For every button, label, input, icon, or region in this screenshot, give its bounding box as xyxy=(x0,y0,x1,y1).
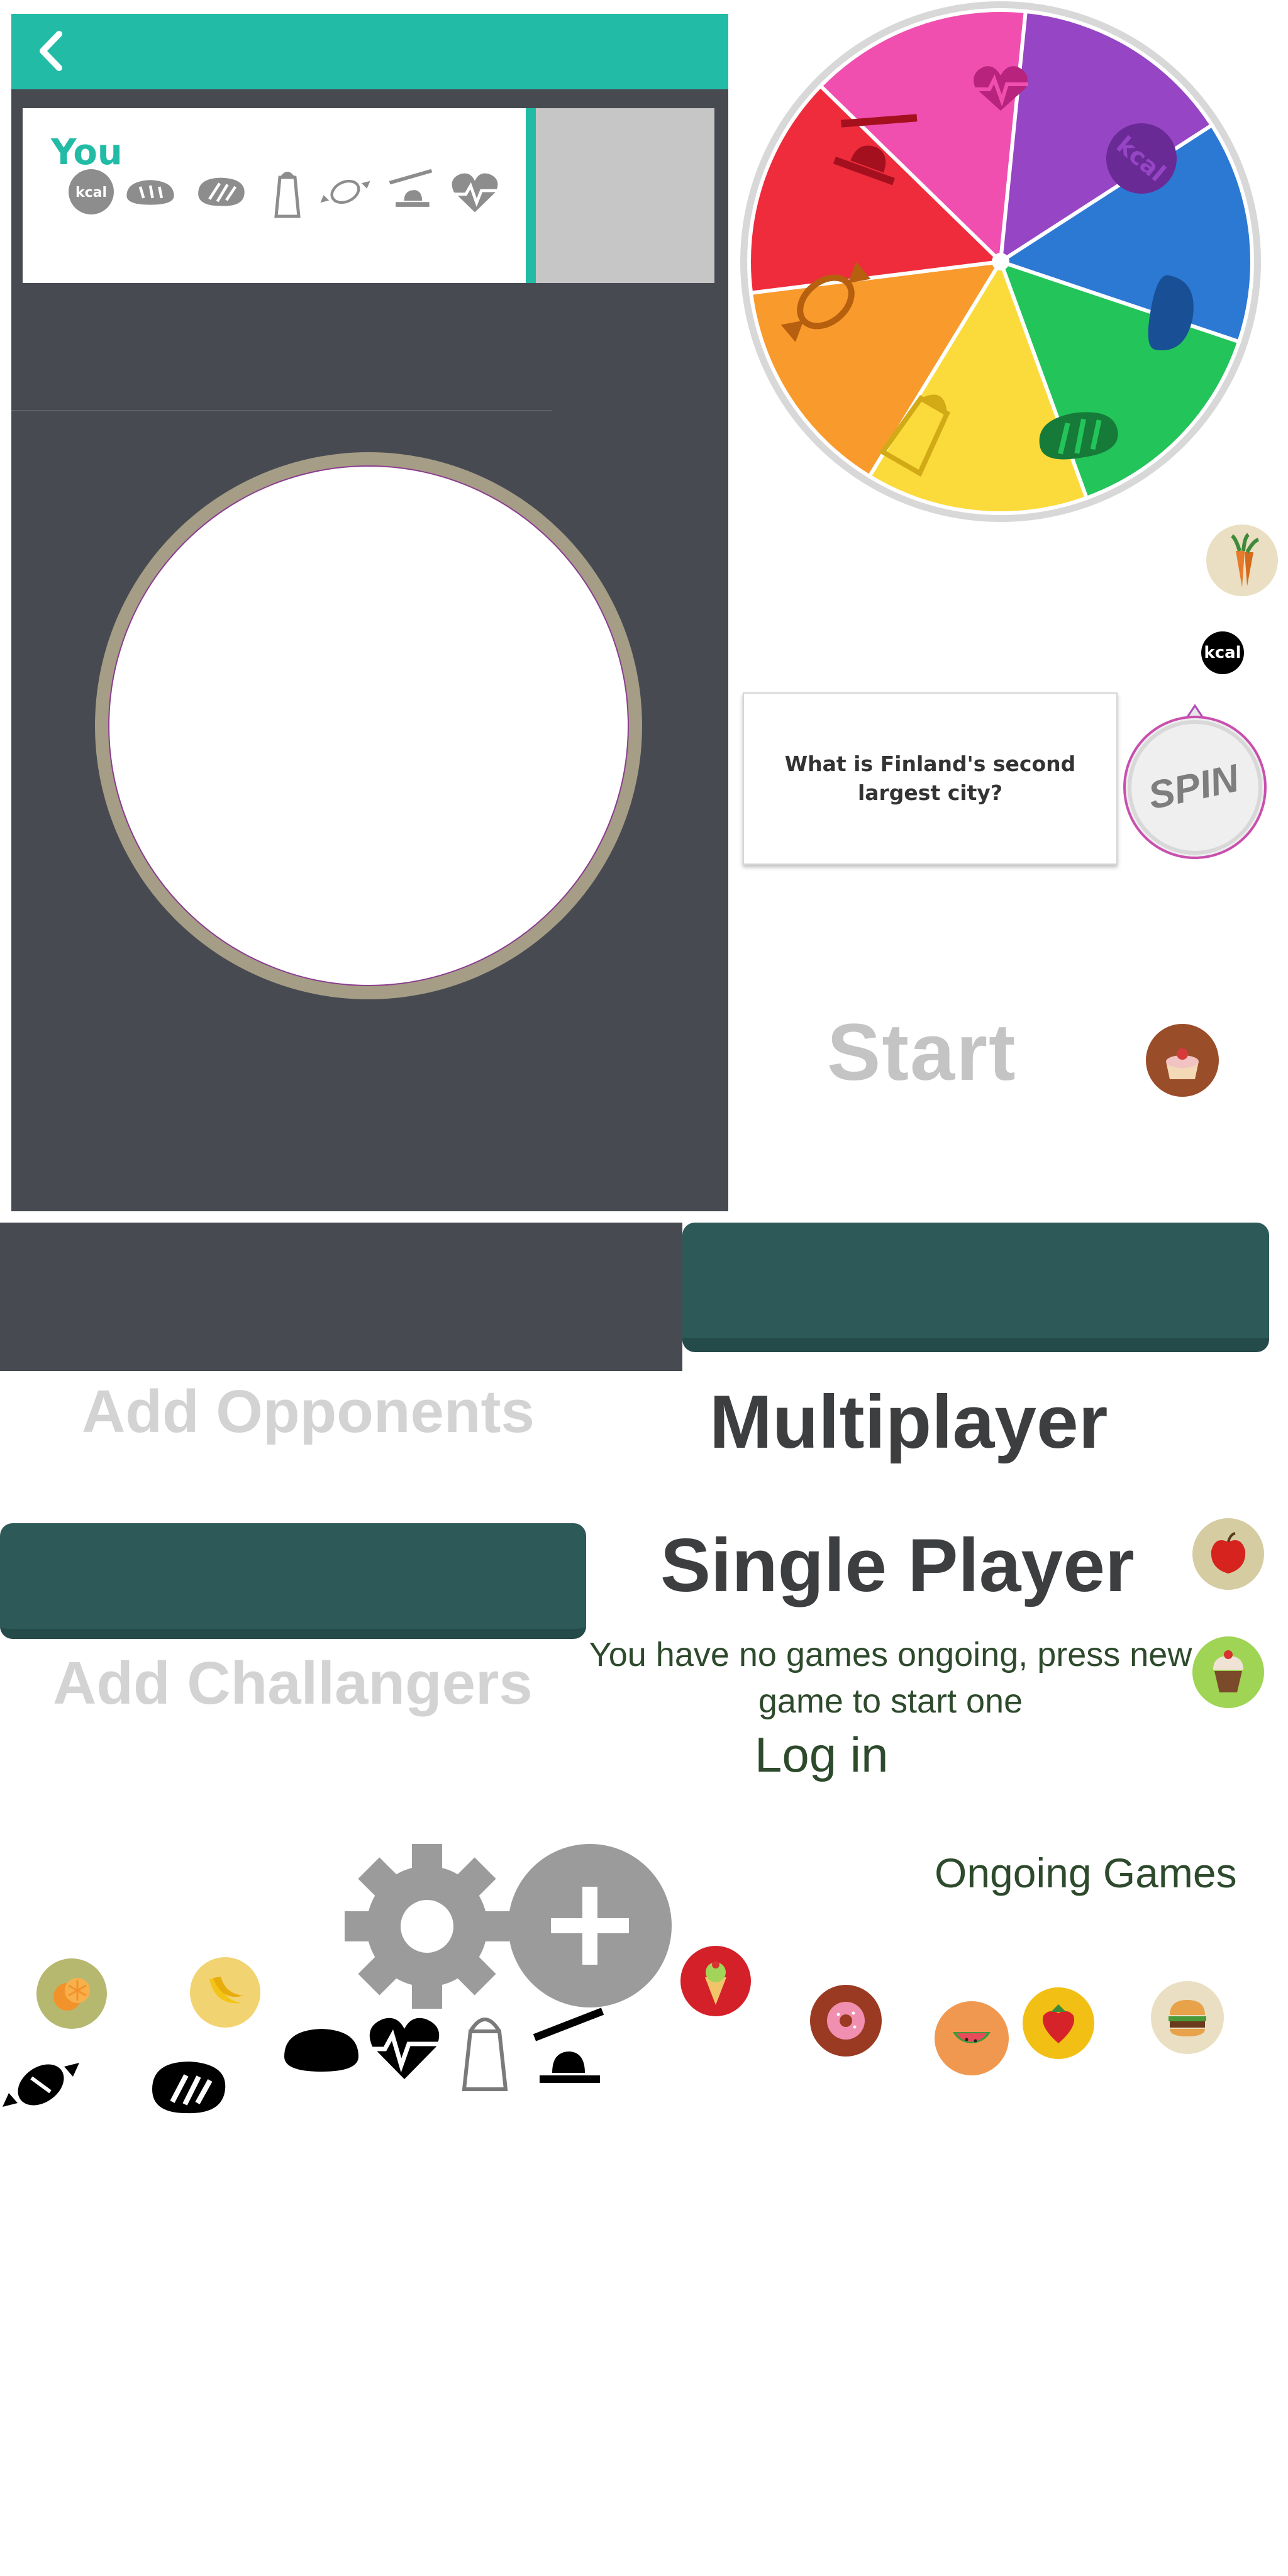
single-player-button[interactable] xyxy=(0,1523,586,1639)
opponent-score-card xyxy=(536,108,714,283)
multiplayer-button[interactable] xyxy=(682,1223,1269,1352)
player-score-card: You kcal xyxy=(23,108,526,283)
top-bar xyxy=(11,14,728,89)
butter-icon xyxy=(384,165,438,219)
burger-icon xyxy=(1151,1981,1224,2054)
plus-icon xyxy=(551,1887,629,1965)
new-game-plus-button[interactable] xyxy=(508,1844,672,2007)
candy-black-icon xyxy=(0,2044,82,2126)
spin-button[interactable]: SPIN xyxy=(1119,699,1270,863)
settings-gear-icon[interactable] xyxy=(345,1844,509,2009)
question-text: What is Finland's second largest city? xyxy=(784,752,1076,805)
category-wheel[interactable]: kcal xyxy=(739,0,1262,523)
add-opponents-button[interactable] xyxy=(0,1223,682,1371)
steak-black-icon xyxy=(148,2057,229,2119)
heart-black-icon xyxy=(364,2009,445,2084)
salt-icon xyxy=(260,165,314,219)
no-games-message: You have no games ongoing, press new gam… xyxy=(589,1636,1192,1720)
multiplayer-label: Multiplayer xyxy=(709,1380,1108,1464)
kcal-icon: kcal xyxy=(64,165,118,219)
strawberry-icon xyxy=(1023,1987,1094,2059)
ice-cream-icon xyxy=(680,1946,751,2016)
candy-icon xyxy=(318,165,372,219)
question-card: What is Finland's second largest city? xyxy=(743,692,1118,865)
kcal-badge: kcal xyxy=(1201,631,1244,674)
start-button[interactable]: Start xyxy=(827,1006,1017,1099)
kcal-text: kcal xyxy=(75,185,107,201)
apple-icon xyxy=(1192,1518,1264,1590)
butter-black-icon xyxy=(527,2007,609,2096)
section-divider xyxy=(11,410,552,411)
bread-black-icon xyxy=(280,2021,362,2078)
steak-icon xyxy=(194,165,248,219)
banana-icon xyxy=(190,1957,260,2028)
carrot-icon xyxy=(1206,525,1278,596)
game-screen: You kcal xyxy=(11,14,728,1211)
cake-slice-icon xyxy=(1146,1024,1219,1097)
add-opponents-label: Add Opponents xyxy=(82,1378,535,1445)
cupcake-icon xyxy=(1192,1636,1264,1708)
salt-outline-icon xyxy=(454,2006,516,2094)
orange-icon xyxy=(36,1958,107,2029)
donut-icon xyxy=(810,1985,882,2057)
back-chevron-icon[interactable] xyxy=(25,23,75,79)
login-link[interactable]: Log in xyxy=(755,1726,889,1784)
watermelon-icon xyxy=(935,2001,1009,2075)
score-divider xyxy=(526,108,536,283)
bread-icon xyxy=(123,165,177,219)
single-player-label: Single Player xyxy=(660,1523,1135,1607)
heart-icon xyxy=(448,165,502,219)
wheel-placeholder[interactable] xyxy=(108,465,629,986)
add-challangers-label[interactable]: Add Challangers xyxy=(53,1649,533,1718)
wheel-hub xyxy=(992,253,1009,270)
ongoing-games-link[interactable]: Ongoing Games xyxy=(935,1849,1237,1897)
